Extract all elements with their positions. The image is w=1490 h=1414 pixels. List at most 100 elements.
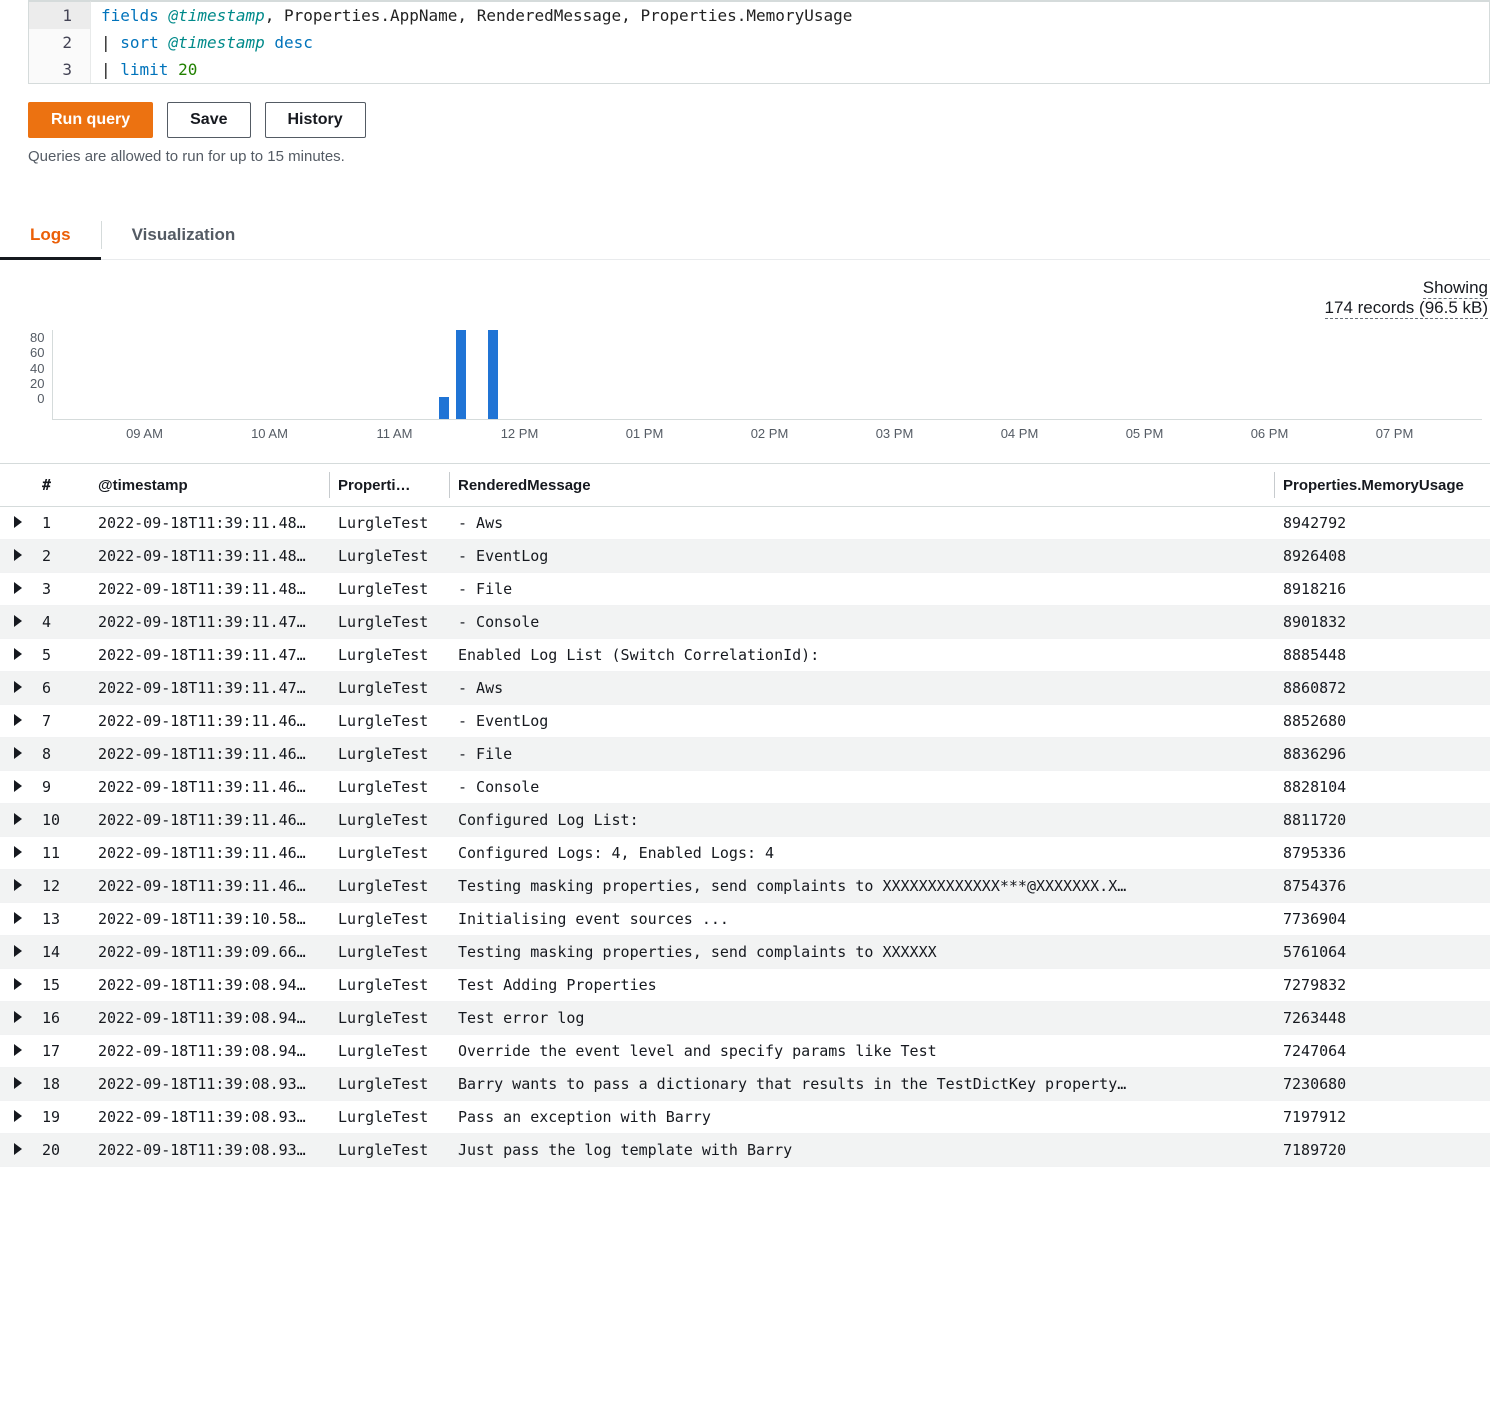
table-row[interactable]: 12022-09-18T11:39:11.48…LurgleTest - Aws… (0, 507, 1490, 540)
table-row[interactable]: 72022-09-18T11:39:11.46…LurgleTest - Eve… (0, 705, 1490, 738)
save-button[interactable]: Save (167, 102, 250, 138)
cell-memory: 7230680 (1275, 1068, 1490, 1101)
x-tick: 07 PM (1332, 426, 1457, 441)
table-row[interactable]: 32022-09-18T11:39:11.48…LurgleTest - Fil… (0, 573, 1490, 606)
cell-appname: LurgleTest (330, 771, 450, 804)
cell-index: 7 (34, 705, 90, 738)
col-message[interactable]: RenderedMessage (450, 464, 1275, 507)
expand-caret-icon[interactable] (14, 846, 22, 858)
cell-memory: 7736904 (1275, 903, 1490, 936)
expand-caret-icon[interactable] (14, 978, 22, 990)
cell-message: - Console (450, 606, 1275, 639)
expand-caret-icon[interactable] (14, 681, 22, 693)
cell-memory: 8918216 (1275, 573, 1490, 606)
cell-index: 15 (34, 969, 90, 1002)
results-tabs: Logs Visualization (0, 211, 1490, 260)
cell-timestamp: 2022-09-18T11:39:11.46… (90, 837, 330, 870)
histogram-bar[interactable] (439, 397, 449, 419)
cell-memory: 8828104 (1275, 771, 1490, 804)
expand-caret-icon[interactable] (14, 1143, 22, 1155)
expand-caret-icon[interactable] (14, 516, 22, 528)
table-row[interactable]: 82022-09-18T11:39:11.46…LurgleTest - Fil… (0, 738, 1490, 771)
expand-caret-icon[interactable] (14, 813, 22, 825)
expand-caret-icon[interactable] (14, 1011, 22, 1023)
histogram-bar[interactable] (488, 330, 498, 419)
x-tick: 10 AM (207, 426, 332, 441)
table-row[interactable]: 22022-09-18T11:39:11.48…LurgleTest - Eve… (0, 540, 1490, 573)
cell-index: 2 (34, 540, 90, 573)
cell-memory: 7247064 (1275, 1035, 1490, 1068)
table-row[interactable]: 152022-09-18T11:39:08.94…LurgleTestTest … (0, 969, 1490, 1002)
col-memory[interactable]: Properties.MemoryUsage (1275, 464, 1490, 507)
query-editor[interactable]: 1fields @timestamp, Properties.AppName, … (28, 0, 1490, 84)
chart-plot-area[interactable] (52, 330, 1482, 420)
x-tick: 02 PM (707, 426, 832, 441)
expand-caret-icon[interactable] (14, 912, 22, 924)
code-line[interactable]: | limit 20 (91, 56, 207, 83)
y-tick: 60 (30, 345, 44, 360)
cell-index: 16 (34, 1002, 90, 1035)
cell-timestamp: 2022-09-18T11:39:09.66… (90, 936, 330, 969)
cell-index: 6 (34, 672, 90, 705)
cell-timestamp: 2022-09-18T11:39:11.48… (90, 573, 330, 606)
cell-appname: LurgleTest (330, 639, 450, 672)
table-row[interactable]: 92022-09-18T11:39:11.46…LurgleTest - Con… (0, 771, 1490, 804)
tab-visualization[interactable]: Visualization (102, 211, 266, 259)
table-row[interactable]: 122022-09-18T11:39:11.46…LurgleTestTesti… (0, 870, 1490, 903)
table-row[interactable]: 132022-09-18T11:39:10.58…LurgleTestIniti… (0, 903, 1490, 936)
cell-message: - File (450, 573, 1275, 606)
cell-message: - File (450, 738, 1275, 771)
cell-index: 11 (34, 837, 90, 870)
table-row[interactable]: 192022-09-18T11:39:08.93…LurgleTestPass … (0, 1101, 1490, 1134)
table-row[interactable]: 62022-09-18T11:39:11.47…LurgleTest - Aws… (0, 672, 1490, 705)
table-row[interactable]: 112022-09-18T11:39:11.46…LurgleTestConfi… (0, 837, 1490, 870)
cell-message: Test error log (450, 1002, 1275, 1035)
expand-caret-icon[interactable] (14, 1044, 22, 1056)
table-row[interactable]: 172022-09-18T11:39:08.94…LurgleTestOverr… (0, 1035, 1490, 1068)
cell-appname: LurgleTest (330, 540, 450, 573)
cell-index: 10 (34, 804, 90, 837)
histogram-bar[interactable] (456, 330, 466, 419)
expand-caret-icon[interactable] (14, 582, 22, 594)
expand-caret-icon[interactable] (14, 549, 22, 561)
cell-timestamp: 2022-09-18T11:39:11.46… (90, 738, 330, 771)
table-row[interactable]: 52022-09-18T11:39:11.47…LurgleTestEnable… (0, 639, 1490, 672)
cell-message: Barry wants to pass a dictionary that re… (450, 1068, 1275, 1101)
code-line[interactable]: | sort @timestamp desc (91, 29, 323, 56)
x-tick: 01 PM (582, 426, 707, 441)
table-row[interactable]: 202022-09-18T11:39:08.93…LurgleTestJust … (0, 1134, 1490, 1167)
table-row[interactable]: 162022-09-18T11:39:08.94…LurgleTestTest … (0, 1002, 1490, 1035)
col-timestamp[interactable]: @timestamp (90, 464, 330, 507)
cell-memory: 8754376 (1275, 870, 1490, 903)
table-row[interactable]: 182022-09-18T11:39:08.93…LurgleTestBarry… (0, 1068, 1490, 1101)
history-button[interactable]: History (265, 102, 366, 138)
tab-logs[interactable]: Logs (0, 211, 101, 259)
expand-caret-icon[interactable] (14, 615, 22, 627)
expand-caret-icon[interactable] (14, 648, 22, 660)
expand-caret-icon[interactable] (14, 780, 22, 792)
cell-appname: LurgleTest (330, 573, 450, 606)
expand-caret-icon[interactable] (14, 1077, 22, 1089)
run-query-button[interactable]: Run query (28, 102, 153, 138)
cell-appname: LurgleTest (330, 507, 450, 540)
col-appname[interactable]: Properti… (330, 464, 450, 507)
table-row[interactable]: 142022-09-18T11:39:09.66…LurgleTestTesti… (0, 936, 1490, 969)
expand-caret-icon[interactable] (14, 879, 22, 891)
cell-index: 19 (34, 1101, 90, 1134)
code-line[interactable]: fields @timestamp, Properties.AppName, R… (91, 1, 1489, 29)
summary-records: 174 records (96.5 kB) (1325, 298, 1488, 319)
results-table: # @timestamp Properti… RenderedMessage P… (0, 463, 1490, 1167)
expand-caret-icon[interactable] (14, 1110, 22, 1122)
cell-timestamp: 2022-09-18T11:39:11.48… (90, 507, 330, 540)
summary-label: Showing (1423, 278, 1488, 299)
col-index[interactable]: # (34, 464, 90, 507)
histogram-chart: 806040200 09 AM10 AM11 AM12 PM01 PM02 PM… (0, 324, 1490, 445)
expand-caret-icon[interactable] (14, 747, 22, 759)
cell-memory: 8836296 (1275, 738, 1490, 771)
cell-message: Override the event level and specify par… (450, 1035, 1275, 1068)
table-row[interactable]: 102022-09-18T11:39:11.46…LurgleTestConfi… (0, 804, 1490, 837)
table-row[interactable]: 42022-09-18T11:39:11.47…LurgleTest - Con… (0, 606, 1490, 639)
expand-caret-icon[interactable] (14, 945, 22, 957)
cell-memory: 7279832 (1275, 969, 1490, 1002)
expand-caret-icon[interactable] (14, 714, 22, 726)
